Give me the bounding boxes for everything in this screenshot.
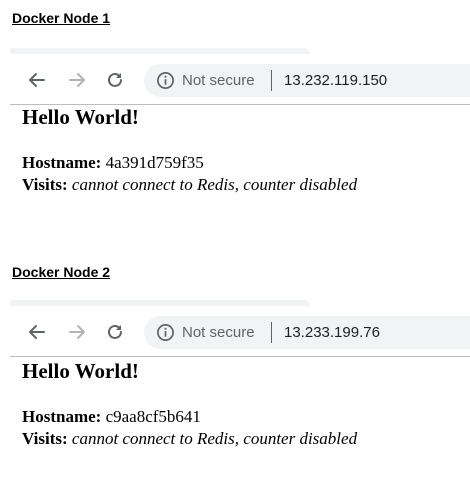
page-content: Hello World! Hostname: c9aa8cf5b641 Visi… [22, 358, 357, 450]
node-heading: Docker Node 1 [12, 10, 111, 26]
back-arrow-icon [29, 73, 45, 87]
address-divider [271, 70, 272, 91]
browser-toolbar: Not secure 13.232.119.150 [10, 54, 470, 105]
back-button[interactable] [24, 67, 50, 93]
hostname-line: Hostname: 4a391d759f35 [22, 152, 357, 174]
browser-window: Not secure 13.232.119.150 [10, 48, 470, 108]
forward-button[interactable] [64, 319, 90, 345]
hostname-value: c9aa8cf5b641 [105, 407, 201, 426]
reload-icon [108, 324, 122, 339]
url-text[interactable]: 13.233.199.76 [284, 324, 380, 341]
info-block: Hostname: 4a391d759f35 Visits: cannot co… [22, 152, 357, 196]
address-bar[interactable]: Not secure 13.232.119.150 [144, 64, 470, 97]
security-status-label: Not secure [182, 324, 255, 341]
visits-line: Visits: cannot connect to Redis, counter… [22, 428, 357, 450]
info-icon[interactable] [156, 323, 175, 342]
browser-window: Not secure 13.233.199.76 [10, 300, 470, 360]
hostname-label: Hostname: [22, 153, 102, 172]
visits-label: Visits: [22, 175, 68, 194]
page-content: Hello World! Hostname: 4a391d759f35 Visi… [22, 104, 357, 196]
visits-value: cannot connect to Redis, counter disable… [71, 175, 358, 194]
node-heading: Docker Node 2 [12, 264, 111, 280]
reload-button[interactable] [102, 319, 128, 345]
forward-button[interactable] [64, 67, 90, 93]
visits-value: cannot connect to Redis, counter disable… [71, 429, 358, 448]
forward-arrow-icon [69, 73, 85, 87]
back-arrow-icon [29, 325, 45, 339]
visits-label: Visits: [22, 429, 68, 448]
info-block: Hostname: c9aa8cf5b641 Visits: cannot co… [22, 406, 357, 450]
page-title: Hello World! [22, 105, 139, 129]
back-button[interactable] [24, 319, 50, 345]
url-text[interactable]: 13.232.119.150 [284, 72, 387, 89]
reload-button[interactable] [102, 67, 128, 93]
page-title: Hello World! [22, 359, 139, 383]
visits-line: Visits: cannot connect to Redis, counter… [22, 174, 357, 196]
address-divider [271, 322, 272, 343]
reload-icon [108, 72, 122, 87]
info-icon[interactable] [156, 71, 175, 90]
hostname-line: Hostname: c9aa8cf5b641 [22, 406, 357, 428]
forward-arrow-icon [69, 325, 85, 339]
browser-toolbar: Not secure 13.233.199.76 [10, 306, 470, 357]
hostname-label: Hostname: [22, 407, 102, 426]
security-status-label: Not secure [182, 72, 255, 89]
address-bar[interactable]: Not secure 13.233.199.76 [144, 316, 470, 349]
hostname-value: 4a391d759f35 [105, 153, 204, 172]
